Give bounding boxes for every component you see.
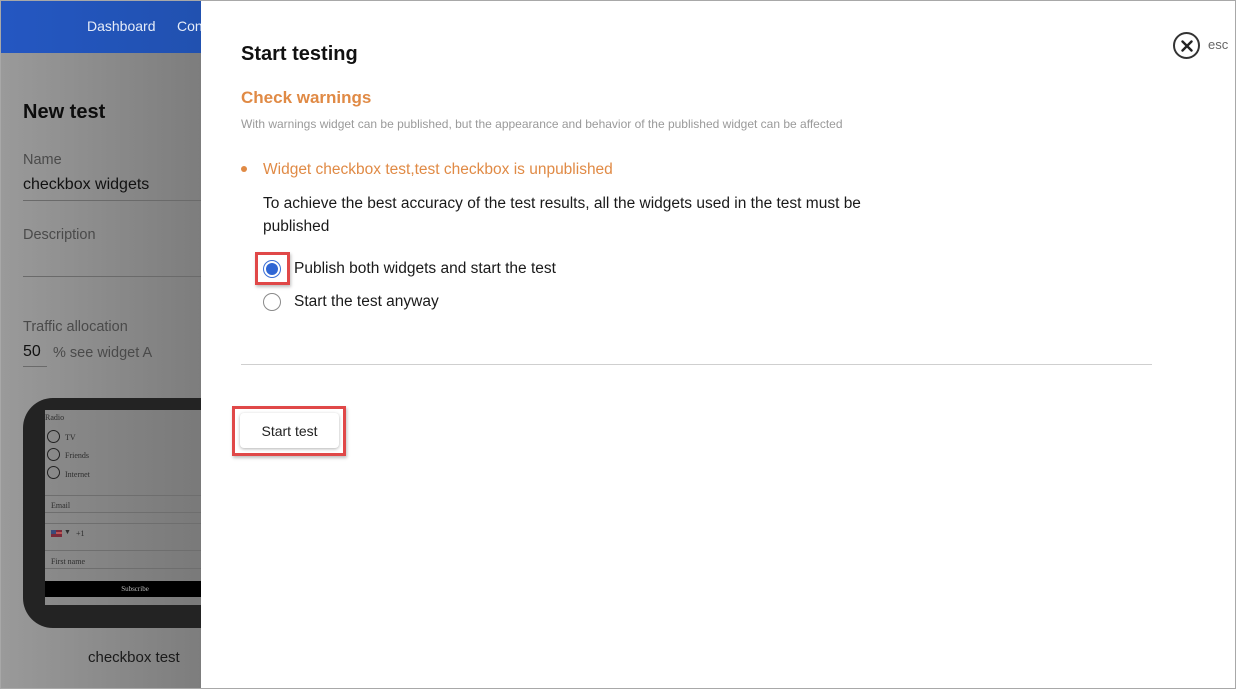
esc-label: esc xyxy=(1208,37,1229,52)
preview-divider xyxy=(45,512,201,513)
preview-radio-icon xyxy=(47,466,60,479)
preview-radio-icon xyxy=(47,430,60,443)
preview-phone-prefix: +1 xyxy=(76,529,85,538)
widget-preview[interactable]: Radio TV Friends Internet Email ▼ +1 Fir… xyxy=(23,398,201,628)
check-warnings-subtitle: With warnings widget can be published, b… xyxy=(241,117,843,131)
preview-divider xyxy=(45,568,201,569)
preview-option: TV xyxy=(65,433,76,442)
chevron-down-icon: ▼ xyxy=(64,528,71,536)
widget-caption: checkbox test xyxy=(88,649,180,666)
widget-preview-screen: Radio TV Friends Internet Email ▼ +1 Fir… xyxy=(45,410,201,605)
preview-option: Friends xyxy=(65,451,89,460)
radio-button-checked[interactable] xyxy=(263,260,281,278)
preview-radio-label: Radio xyxy=(45,413,65,422)
warning-description: To achieve the best accuracy of the test… xyxy=(263,195,861,235)
panel-title: Start testing xyxy=(241,43,358,65)
check-warnings-heading: Check warnings xyxy=(241,88,372,107)
preview-divider xyxy=(45,550,201,551)
preview-divider xyxy=(45,495,201,496)
traffic-suffix: % see widget A xyxy=(53,345,153,361)
option-start-anyway[interactable]: Start the test anyway xyxy=(263,293,439,311)
warning-bullet-icon xyxy=(241,166,247,172)
preview-option: Internet xyxy=(65,470,90,479)
warning-title: Widget checkbox test,test checkbox is un… xyxy=(263,161,613,178)
traffic-input-underline xyxy=(23,366,47,367)
preview-divider xyxy=(45,523,201,524)
preview-radio-icon xyxy=(47,448,60,461)
top-navigation: Dashboard Con xyxy=(0,0,201,53)
radio-button[interactable] xyxy=(263,293,281,311)
nav-item-dashboard[interactable]: Dashboard xyxy=(87,18,156,34)
page-title: New test xyxy=(23,101,106,123)
name-label: Name xyxy=(23,152,62,168)
preview-subscribe-button: Subscribe xyxy=(45,581,201,597)
preview-firstname-placeholder: First name xyxy=(51,557,85,566)
radio-dot-icon xyxy=(266,263,278,275)
close-icon xyxy=(1180,39,1193,52)
traffic-allocation-label: Traffic allocation xyxy=(23,319,128,335)
name-field-underline xyxy=(23,200,201,201)
option-publish-both[interactable]: Publish both widgets and start the test xyxy=(263,260,556,278)
option-label: Start the test anyway xyxy=(294,293,439,310)
start-testing-panel: Start testing esc Check warnings With wa… xyxy=(201,0,1236,689)
divider xyxy=(241,364,1152,365)
option-label: Publish both widgets and start the test xyxy=(294,260,556,277)
description-field-underline xyxy=(23,276,201,277)
name-field[interactable]: checkbox widgets xyxy=(23,176,149,194)
us-flag-icon xyxy=(51,530,62,537)
traffic-allocation-input[interactable]: 50 xyxy=(23,343,41,361)
preview-email-placeholder: Email xyxy=(51,501,71,510)
close-button[interactable] xyxy=(1173,32,1200,59)
nav-item-con[interactable]: Con xyxy=(177,18,201,34)
description-label: Description xyxy=(23,227,96,243)
start-test-button[interactable]: Start test xyxy=(240,413,339,448)
background-app: Dashboard Con New test Name checkbox wid… xyxy=(0,0,201,689)
